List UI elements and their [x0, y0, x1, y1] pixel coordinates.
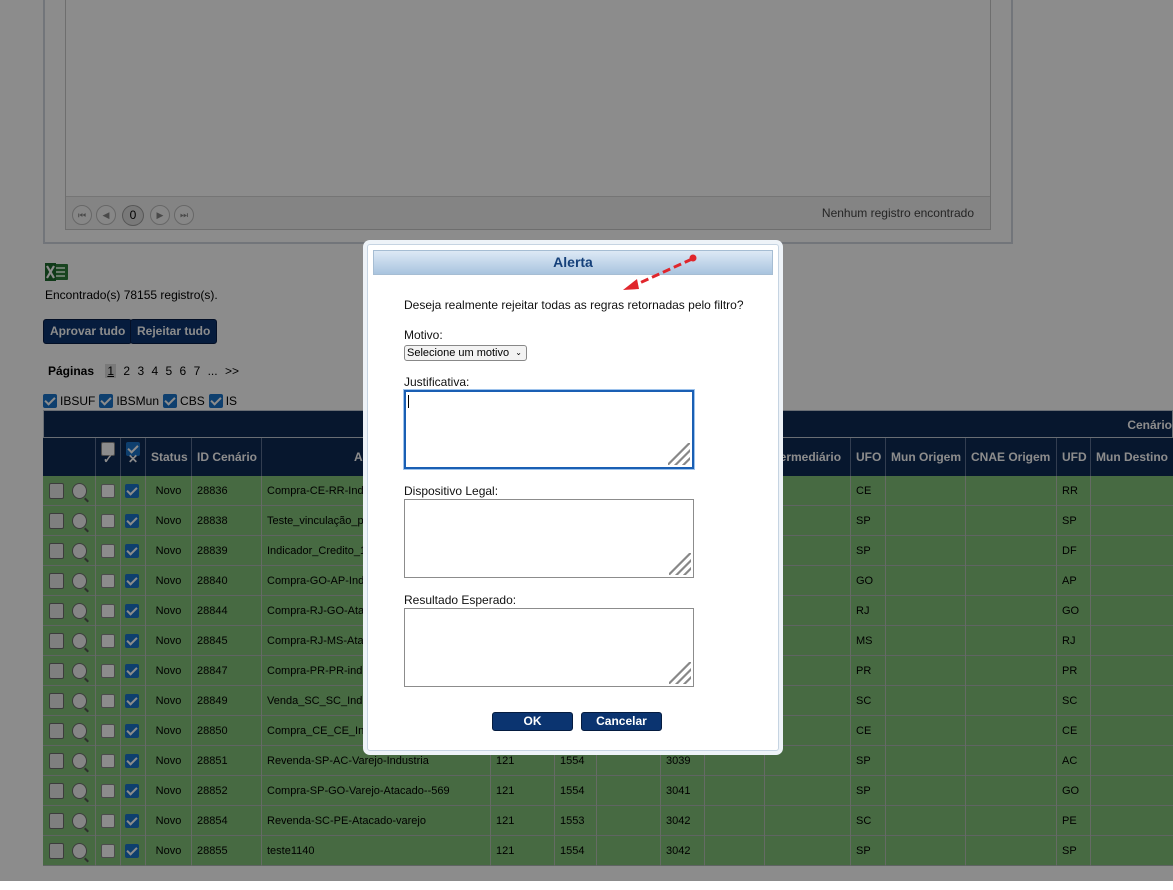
resize-grip-icon[interactable] — [669, 553, 691, 575]
motivo-select-value: Selecione um motivo — [407, 347, 510, 359]
justificativa-textarea[interactable] — [404, 390, 694, 469]
annotation-arrow-icon — [623, 254, 697, 290]
dispositivo-label: Dispositivo Legal: — [404, 484, 499, 498]
text-caret — [408, 395, 409, 408]
motivo-label: Motivo: — [404, 328, 443, 342]
ok-button[interactable]: OK — [492, 712, 573, 731]
resultado-textarea[interactable] — [404, 608, 694, 687]
chevron-down-icon: ⌄ — [515, 348, 522, 357]
dialog-title: Alerta — [373, 250, 773, 275]
motivo-select[interactable]: Selecione um motivo ⌄ — [404, 345, 527, 361]
alert-dialog: Alerta Deseja realmente rejeitar todas a… — [367, 244, 779, 751]
cancel-button[interactable]: Cancelar — [581, 712, 662, 731]
resize-grip-icon[interactable] — [669, 662, 691, 684]
dispositivo-textarea[interactable] — [404, 499, 694, 578]
dialog-message: Deseja realmente rejeitar todas as regra… — [404, 298, 744, 312]
resize-grip-icon[interactable] — [668, 443, 690, 465]
justificativa-label: Justificativa: — [404, 375, 470, 389]
resultado-label: Resultado Esperado: — [404, 593, 517, 607]
